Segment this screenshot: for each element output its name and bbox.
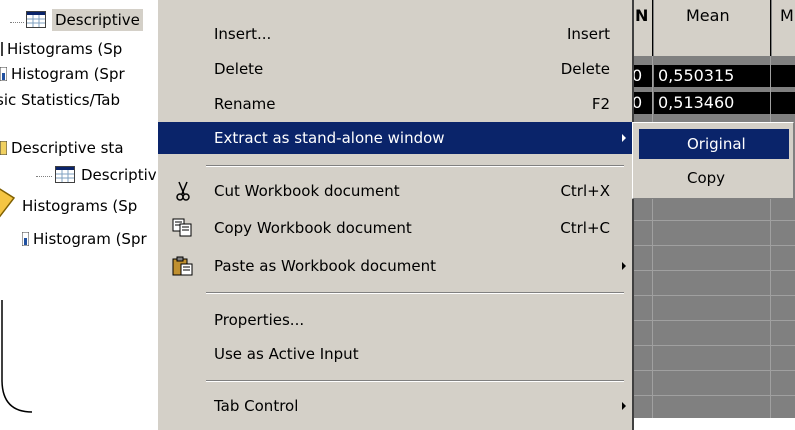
tree-connector [10,22,24,23]
tree-item-label: Descriptive [52,9,143,31]
menu-item-properties[interactable]: Properties... [158,304,632,336]
grid-line [632,245,795,246]
column-header-m[interactable]: M [772,0,795,56]
graph-icon [0,67,7,81]
submenu-item-label: Original [687,135,746,153]
menu-item-label: Use as Active Input [214,345,359,363]
menu-item-cut[interactable]: Cut Workbook document Ctrl+X [158,175,632,207]
grid-line [632,220,795,221]
grid-line [632,370,795,371]
menu-item-insert[interactable]: Insert... Insert [158,18,632,50]
menu-item-label: Rename [214,95,276,113]
menu-item-shortcut: F2 [591,95,610,113]
grid-line [632,295,795,296]
spreadsheet-icon [26,11,46,28]
menu-item-label: Delete [214,60,264,78]
scissors-icon [176,181,190,201]
menu-item-tab-control[interactable]: Tab Control [158,390,632,422]
spreadsheet-icon [55,166,75,183]
menu-item-copy[interactable]: Copy Workbook document Ctrl+C [158,212,632,244]
submenu-arrow-icon [622,402,626,410]
submenu-item-copy[interactable]: Copy [639,163,789,193]
submenu-item-label: Copy [687,169,726,187]
menu-item-extract-standalone[interactable]: Extract as stand-alone window [158,122,632,154]
cell-mean[interactable]: 0,550315 [654,65,795,87]
menu-item-label: Copy Workbook document [214,219,412,237]
menu-item-label: Paste as Workbook document [214,257,437,275]
menu-item-shortcut: Ctrl+X [560,182,610,200]
paste-icon [172,256,193,276]
menu-separator [206,165,624,167]
menu-item-label: Properties... [214,311,305,329]
cell-mean[interactable]: 0,513460 [654,92,795,114]
menu-item-label: Cut Workbook document [214,182,400,200]
tree-item-histogram[interactable]: Histogram (Spr [0,63,125,85]
callout-arrow-icon [0,188,16,218]
extract-submenu: Original Copy [632,122,794,199]
submenu-item-original[interactable]: Original [639,129,789,159]
grid-line [632,345,795,346]
tree-item-label: Histogram (Spr [33,230,147,248]
submenu-arrow-icon [622,262,626,270]
menu-item-use-as-active-input[interactable]: Use as Active Input [158,338,632,370]
menu-item-label: Tab Control [214,397,299,415]
menu-item-label: Insert... [214,25,272,43]
tree-item-basic-statistics[interactable]: sic Statistics/Tab [0,89,120,111]
tree-item-histograms[interactable]: Histograms (Sp [0,38,122,60]
copy-icon [172,218,192,237]
menu-item-rename[interactable]: Rename F2 [158,88,632,120]
tree-item-label: sic Statistics/Tab [0,91,121,109]
tree-item-label: Descriptive sta [11,139,124,157]
grid-line [632,270,795,271]
graph-icon [22,232,29,246]
menu-separator [206,292,624,294]
grid-line [632,395,795,396]
tree-connector [36,176,52,177]
tree-item-descriptive-selected[interactable]: Descriptive [26,9,143,31]
menu-item-label: Extract as stand-alone window [214,129,445,147]
grid-line [632,320,795,321]
menu-item-shortcut: Insert [566,25,610,43]
menu-item-shortcut: Ctrl+C [560,219,610,237]
menu-separator [206,380,624,382]
tree-item-descriptive[interactable]: Descriptive [55,164,166,186]
column-header-mean[interactable]: Mean [654,0,771,56]
cell-n[interactable]: 0 [632,65,652,87]
menu-item-delete[interactable]: Delete Delete [158,53,632,85]
menu-item-shortcut: Delete [560,60,610,78]
menu-item-paste[interactable]: Paste as Workbook document [158,250,632,282]
context-menu: Insert... Insert Delete Delete Rename F2… [156,0,634,430]
column-header-n[interactable]: N [632,0,653,56]
tree-item-label: Histogram (Spr [11,65,125,83]
spreadsheet-grid: N Mean M 0 0,550315 0 0,513460 [632,0,795,418]
tree-item-label: Descriptive [81,166,166,184]
grid-line [652,56,653,418]
tree-item-descriptive-stats[interactable]: Descriptive sta [0,137,124,159]
folder-icon [0,141,7,155]
grid-line [770,56,771,418]
submenu-arrow-icon [622,134,626,142]
cell-n[interactable]: 0 [632,92,652,114]
tree-item-histogram-2[interactable]: Histogram (Spr [22,228,147,250]
callout-frame [1,300,33,413]
tree-item-label: Histograms (Sp [7,40,123,58]
folder-icon [0,42,3,56]
